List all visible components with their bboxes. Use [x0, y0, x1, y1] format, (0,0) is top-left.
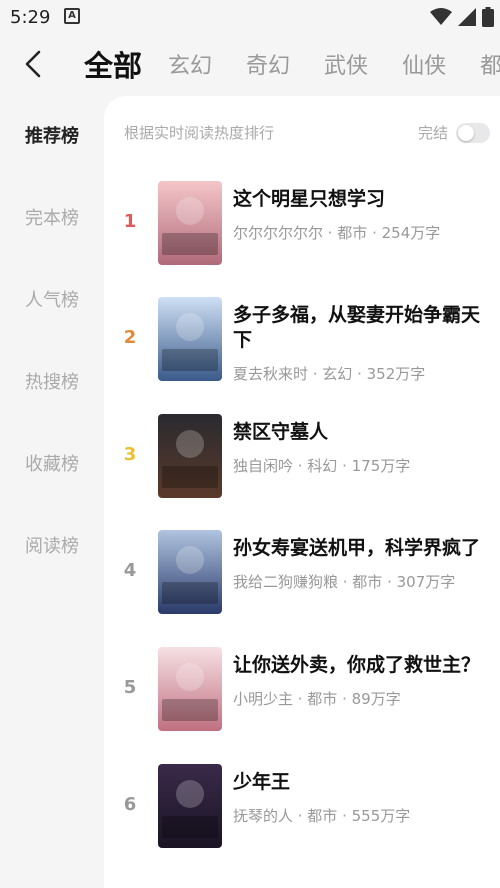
book-info: 这个明星只想学习尔尔尔尔尔尔 · 都市 · 254万字 — [233, 187, 489, 243]
book-cover[interactable] — [158, 647, 222, 731]
book-info: 禁区守墓人独自闲吟 · 科幻 · 175万字 — [233, 420, 489, 476]
book-row[interactable]: 3 禁区守墓人独自闲吟 · 科幻 · 175万字 — [104, 414, 500, 514]
book-info: 孙女寿宴送机甲，科学界疯了我给二狗赚狗粮 · 都市 · 307万字 — [233, 536, 489, 592]
book-cover[interactable] — [158, 414, 222, 498]
top-navigation: 全部 玄幻 奇幻 武侠 仙侠 都 — [0, 34, 500, 94]
status-bar: 5:29 A — [0, 0, 500, 34]
sidebar-item-2[interactable]: 人气榜 — [0, 286, 104, 312]
book-cover[interactable] — [158, 530, 222, 614]
back-button[interactable] — [16, 44, 50, 84]
book-row[interactable]: 1 这个明星只想学习尔尔尔尔尔尔 · 都市 · 254万字 — [104, 181, 500, 281]
finished-label: 完结 — [417, 124, 448, 142]
book-info: 少年王抚琴的人 · 都市 · 555万字 — [233, 770, 489, 826]
book-row[interactable]: 2 多子多福，从娶妻开始争霸天下夏去秋来时 · 玄幻 · 352万字 — [104, 297, 500, 397]
book-title[interactable]: 多子多福，从娶妻开始争霸天下 — [233, 303, 489, 353]
accessibility-icon: A — [64, 8, 80, 24]
book-title[interactable]: 这个明星只想学习 — [233, 187, 489, 212]
book-cover[interactable] — [158, 181, 222, 265]
rank-number: 6 — [123, 794, 137, 815]
ranking-sidebar: 推荐榜完本榜人气榜热搜榜收藏榜阅读榜 — [0, 94, 104, 888]
rank-number: 1 — [123, 211, 137, 232]
rank-number: 4 — [123, 560, 137, 581]
rank-number: 3 — [123, 444, 137, 465]
book-meta: 夏去秋来时 · 玄幻 · 352万字 — [233, 365, 426, 383]
tab-2[interactable]: 奇幻 — [246, 48, 290, 80]
book-meta: 小明少主 · 都市 · 89万字 — [233, 690, 401, 708]
book-cover[interactable] — [158, 764, 222, 848]
tab-3[interactable]: 武侠 — [324, 48, 368, 80]
tab-1[interactable]: 玄幻 — [168, 48, 212, 80]
book-title[interactable]: 禁区守墓人 — [233, 420, 489, 445]
status-icons — [430, 6, 494, 28]
sidebar-item-0[interactable]: 推荐榜 — [0, 122, 104, 148]
tab-0[interactable]: 全部 — [84, 43, 142, 85]
finished-filter[interactable]: 完结 — [418, 122, 490, 143]
battery-icon — [482, 7, 494, 27]
book-info: 多子多福，从娶妻开始争霸天下夏去秋来时 · 玄幻 · 352万字 — [233, 303, 489, 384]
book-info: 让你送外卖，你成了救世主？ 小明少主 · 都市 · 89万字 — [233, 653, 489, 709]
sidebar-item-4[interactable]: 收藏榜 — [0, 450, 104, 476]
book-title[interactable]: 让你送外卖，你成了救世主？ — [233, 653, 489, 678]
book-meta: 独自闲吟 · 科幻 · 175万字 — [233, 457, 411, 475]
sidebar-item-1[interactable]: 完本榜 — [0, 204, 104, 230]
book-title[interactable]: 孙女寿宴送机甲，科学界疯了 — [233, 536, 489, 561]
toggle-knob — [458, 124, 474, 141]
book-meta: 尔尔尔尔尔尔 · 都市 · 254万字 — [233, 224, 441, 242]
chevron-left-icon — [25, 50, 41, 78]
book-row[interactable]: 6 少年王抚琴的人 · 都市 · 555万字 — [104, 764, 500, 864]
signal-icon — [458, 8, 476, 26]
book-row[interactable]: 5 让你送外卖，你成了救世主？ 小明少主 · 都市 · 89万字 — [104, 647, 500, 747]
book-meta: 我给二狗赚狗粮 · 都市 · 307万字 — [233, 573, 456, 591]
wifi-icon — [430, 8, 452, 25]
book-row[interactable]: 4 孙女寿宴送机甲，科学界疯了我给二狗赚狗粮 · 都市 · 307万字 — [104, 530, 500, 630]
finished-toggle[interactable] — [456, 122, 490, 143]
rank-number: 5 — [123, 677, 137, 698]
ranking-description: 根据实时阅读热度排行 — [124, 124, 275, 142]
status-time: 5:29 — [10, 7, 51, 28]
book-meta: 抚琴的人 · 都市 · 555万字 — [233, 807, 411, 825]
tab-5[interactable]: 都 — [480, 48, 500, 80]
book-title[interactable]: 少年王 — [233, 770, 489, 795]
panel-header: 根据实时阅读热度排行 完结 — [124, 122, 490, 146]
book-cover[interactable] — [158, 297, 222, 381]
sidebar-item-5[interactable]: 阅读榜 — [0, 532, 104, 558]
category-tabs: 全部 玄幻 奇幻 武侠 仙侠 都 — [84, 34, 500, 94]
rank-number: 2 — [123, 327, 137, 348]
sidebar-item-3[interactable]: 热搜榜 — [0, 368, 104, 394]
tab-4[interactable]: 仙侠 — [402, 48, 446, 80]
